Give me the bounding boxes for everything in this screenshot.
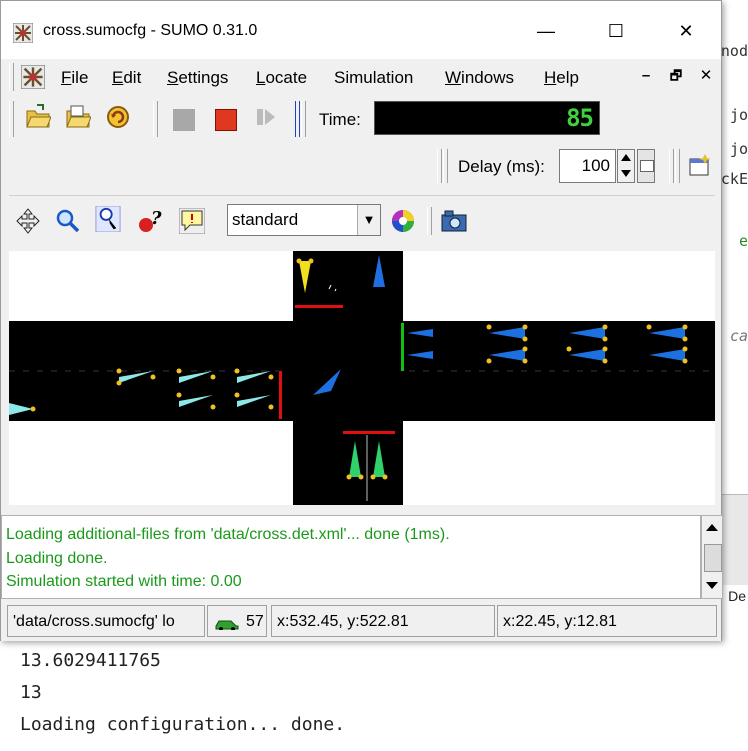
window-title: cross.sumocfg - SUMO 0.31.0 xyxy=(43,22,258,39)
mdi-minimize-button[interactable]: – xyxy=(635,65,657,87)
bg-text: e xyxy=(738,232,748,250)
color-scheme-select[interactable]: standard ▼ xyxy=(227,204,381,236)
status-geo-position: x:22.45, y:12.81 xyxy=(497,605,717,637)
toolbar-grip[interactable] xyxy=(427,207,432,235)
scroll-up-icon[interactable] xyxy=(706,524,718,531)
mdi-close-button[interactable]: ✕ xyxy=(695,65,717,87)
recenter-view-icon[interactable] xyxy=(15,208,41,234)
reload-folder-icon[interactable] xyxy=(65,103,91,131)
scale-end-label: 10m xyxy=(85,459,114,478)
open-folder-icon[interactable] xyxy=(25,103,51,131)
console-line: 13.6029411765 xyxy=(20,650,161,671)
log-scrollbar[interactable] xyxy=(701,515,723,599)
toolbar-grip[interactable] xyxy=(295,101,300,137)
time-label: Time: xyxy=(319,110,361,129)
console-line: 13 xyxy=(20,682,42,703)
scale-start-label: 0m xyxy=(11,459,31,478)
reload-icon[interactable] xyxy=(105,103,131,131)
status-network-position: x:532.45, y:522.81 xyxy=(271,605,495,637)
sumo-doc-icon[interactable] xyxy=(21,65,45,89)
menu-bar: File Edit Settings Locate Simulation Win… xyxy=(1,59,721,95)
vehicle-count: 57 xyxy=(246,613,264,630)
mdi-restore-button[interactable]: 🗗 xyxy=(665,65,687,87)
title-bar[interactable]: cross.sumocfg - SUMO 0.31.0 — ☐ ✕ xyxy=(1,1,721,59)
toolbar-grip[interactable] xyxy=(437,149,442,183)
sumo-app-icon xyxy=(13,23,33,43)
toolbar-grip[interactable] xyxy=(9,101,14,137)
spin-up-icon[interactable] xyxy=(621,154,631,161)
sumo-window: cross.sumocfg - SUMO 0.31.0 — ☐ ✕ File E… xyxy=(0,0,723,641)
delay-label: Delay (ms): xyxy=(458,157,545,176)
color-wheel-icon[interactable] xyxy=(390,208,416,234)
screenshot-camera-icon[interactable] xyxy=(441,209,467,233)
simulation-canvas[interactable]: 0m 10m xyxy=(9,251,715,505)
log-line: Loading done. xyxy=(6,550,108,567)
toolbar-grip[interactable] xyxy=(9,63,14,91)
toolbar-grip[interactable] xyxy=(153,101,158,137)
tooltip-toggle-icon[interactable] xyxy=(179,208,205,234)
vehicle-count-button[interactable]: 57 xyxy=(207,605,267,637)
car-icon xyxy=(215,620,239,630)
signal-green-east xyxy=(401,323,404,371)
bg-text: jo xyxy=(729,140,748,158)
bg-text: De xyxy=(728,588,746,604)
network-view[interactable]: 0m 10m xyxy=(9,251,715,505)
bg-text: ca xyxy=(729,327,748,345)
spin-down-icon[interactable] xyxy=(621,170,631,177)
menu-edit[interactable]: Edit xyxy=(112,68,141,88)
slider-thumb[interactable] xyxy=(640,160,654,172)
chevron-down-icon[interactable]: ▼ xyxy=(357,205,380,235)
toolbar-grip[interactable] xyxy=(443,149,448,183)
locate-junction-icon[interactable] xyxy=(95,206,121,232)
run-icon[interactable] xyxy=(215,109,237,131)
time-display: 85 xyxy=(374,101,600,135)
step-icon[interactable] xyxy=(253,103,279,131)
bg-text: jo xyxy=(729,106,748,124)
delay-input[interactable]: 100 xyxy=(559,149,616,183)
scroll-down-icon[interactable] xyxy=(706,582,718,589)
scroll-thumb[interactable] xyxy=(704,544,722,572)
time-value: 85 xyxy=(566,104,594,132)
message-log[interactable]: Loading additional-files from 'data/cros… xyxy=(1,515,701,599)
delay-spinner[interactable] xyxy=(617,149,635,183)
log-line: Simulation started with time: 0.00 xyxy=(6,573,242,590)
menu-help[interactable]: Help xyxy=(544,68,579,88)
toolbar-grip[interactable] xyxy=(301,101,306,137)
color-scheme-value: standard xyxy=(232,210,299,229)
scale-bar xyxy=(12,479,90,492)
status-bar: 'data/cross.sumocfg' lo 57 x:532.45, y:5… xyxy=(1,601,721,641)
menu-settings[interactable]: Settings xyxy=(167,68,228,88)
bg-panel xyxy=(722,494,748,585)
main-toolbar xyxy=(1,95,721,143)
menu-simulation[interactable]: Simulation xyxy=(334,68,413,88)
zoom-icon[interactable] xyxy=(55,208,81,234)
toolbar-grip[interactable] xyxy=(669,149,674,183)
bg-text: ckE xyxy=(720,170,748,188)
edit-breakpoints-icon[interactable]: ? xyxy=(137,208,163,234)
stop-icon[interactable] xyxy=(173,109,195,131)
signal-red-west xyxy=(279,371,282,419)
log-line: Loading additional-files from 'data/cros… xyxy=(6,526,450,543)
minimize-button[interactable]: — xyxy=(523,11,569,51)
menu-file[interactable]: File xyxy=(61,68,88,88)
junction xyxy=(293,301,403,441)
new-view-icon[interactable] xyxy=(687,153,713,179)
signal-red-north xyxy=(295,305,343,308)
menu-windows[interactable]: Windows xyxy=(445,68,514,88)
status-config: 'data/cross.sumocfg' lo xyxy=(7,605,205,637)
bg-text: nod xyxy=(720,42,748,60)
maximize-button[interactable]: ☐ xyxy=(593,11,639,51)
menu-locate[interactable]: Locate xyxy=(256,68,307,88)
signal-red-south xyxy=(343,431,395,434)
toolbar-grip[interactable] xyxy=(675,149,680,183)
svg-text:?: ? xyxy=(151,208,162,229)
console-line: Loading configuration... done. xyxy=(20,714,346,735)
delay-slider[interactable] xyxy=(637,149,655,183)
close-button[interactable]: ✕ xyxy=(663,11,709,51)
